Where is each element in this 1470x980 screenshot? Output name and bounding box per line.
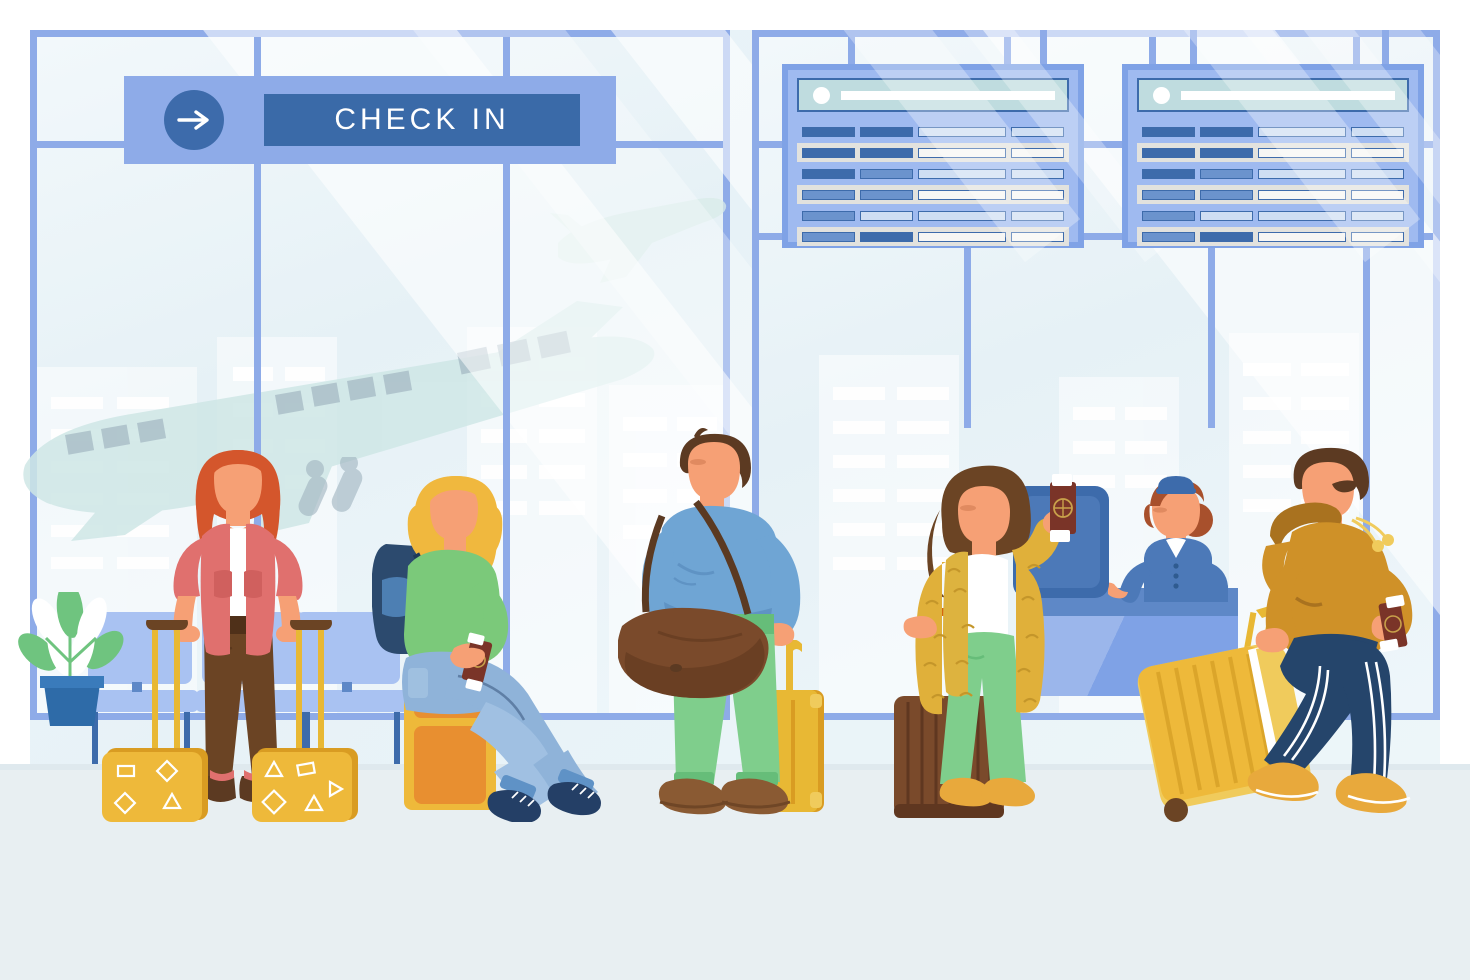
- status-dot-icon: [1153, 86, 1170, 104]
- board-cell: [918, 210, 1006, 221]
- board-cell: [918, 189, 1006, 200]
- woman-blonde-seated: [372, 476, 601, 822]
- board-cell: [802, 231, 856, 242]
- shoe-left: [658, 778, 727, 815]
- board-cell: [860, 126, 914, 137]
- board-row: [1137, 185, 1409, 204]
- board-cell: [802, 210, 856, 221]
- board-header-marquee: [1181, 90, 1395, 100]
- board-cell: [1200, 147, 1254, 158]
- board-cell: [918, 147, 1006, 158]
- board-cell: [1142, 147, 1196, 158]
- man-duffel: [618, 428, 801, 815]
- board-header-marquee: [841, 90, 1055, 100]
- board-hanger: [1190, 30, 1197, 66]
- board-cell: [1200, 231, 1254, 242]
- board-support-post: [1208, 248, 1215, 428]
- board-cell: [1258, 147, 1346, 158]
- check-in-label-plate: CHECK IN: [264, 94, 580, 146]
- board-cell: [1258, 231, 1346, 242]
- shoe-front: [981, 777, 1035, 807]
- man-walking: [1247, 447, 1413, 813]
- board-row: [797, 185, 1069, 204]
- board-cell: [802, 168, 856, 179]
- board-cell: [1200, 189, 1254, 200]
- board-cell: [1350, 231, 1405, 242]
- board-row: [797, 164, 1069, 183]
- board-cell: [860, 210, 914, 221]
- board-cell: [1142, 126, 1196, 137]
- board-cell: [1350, 210, 1405, 221]
- board-row: [1137, 227, 1409, 246]
- board-header: [1137, 78, 1409, 112]
- board-hanger: [848, 30, 855, 66]
- board-cell: [1258, 210, 1346, 221]
- board-header: [797, 78, 1069, 112]
- board-cell: [1010, 210, 1065, 221]
- board-cell: [1010, 147, 1065, 158]
- board-cell: [1142, 231, 1196, 242]
- board-cell: [918, 168, 1006, 179]
- board-cell: [1010, 168, 1065, 179]
- board-row: [797, 122, 1069, 141]
- board-cell: [860, 168, 914, 179]
- check-in-label: CHECK IN: [334, 103, 510, 136]
- board-row: [1137, 206, 1409, 225]
- board-support-post: [964, 248, 971, 428]
- board-cell: [1258, 168, 1346, 179]
- shoe-right: [720, 778, 789, 815]
- suitcase-wheel: [1164, 798, 1188, 822]
- board-row: [797, 206, 1069, 225]
- board-hanger: [1382, 30, 1389, 66]
- check-in-sign: CHECK IN: [124, 76, 616, 164]
- board-row: [1137, 122, 1409, 141]
- board-cell: [1142, 168, 1196, 179]
- board-cell: [1010, 126, 1065, 137]
- board-cell: [802, 147, 856, 158]
- board-cell: [918, 126, 1006, 137]
- board-cell: [1142, 210, 1196, 221]
- status-dot-icon: [813, 86, 830, 104]
- board-cell: [1010, 231, 1065, 242]
- airport-illustration: CHECK IN: [0, 0, 1470, 980]
- board-row: [1137, 164, 1409, 183]
- hand-on-handle: [1255, 628, 1289, 653]
- board-cell: [1142, 189, 1196, 200]
- board-cell: [1200, 126, 1254, 137]
- board-cell: [1350, 126, 1405, 137]
- board-cell: [860, 231, 914, 242]
- board-cell: [1010, 189, 1065, 200]
- board-cell: [802, 189, 856, 200]
- departure-board-right[interactable]: [1122, 0, 1470, 263]
- board-cell: [1350, 147, 1405, 158]
- board-cell: [860, 147, 914, 158]
- board-cell: [1200, 168, 1254, 179]
- board-cell: [1350, 189, 1405, 200]
- airplane-distant-silhouette: [550, 197, 727, 283]
- board-row: [797, 227, 1069, 246]
- board-cell: [860, 189, 914, 200]
- departure-board-left[interactable]: [782, 0, 1177, 263]
- board-hanger: [1040, 30, 1047, 66]
- board-row: [797, 143, 1069, 162]
- woman-yellow-coat: [903, 465, 1076, 807]
- shoe-front: [1335, 773, 1407, 813]
- board-cell: [918, 231, 1006, 242]
- board-cell: [802, 126, 856, 137]
- board-row: [1137, 143, 1409, 162]
- board-cell: [1200, 210, 1254, 221]
- board-cell: [1258, 189, 1346, 200]
- board-cell: [1258, 126, 1346, 137]
- arrow-right-icon: [164, 90, 224, 150]
- board-cell: [1350, 168, 1405, 179]
- yellow-suitcase-1: [102, 748, 208, 822]
- yellow-suitcase-2: [252, 748, 358, 822]
